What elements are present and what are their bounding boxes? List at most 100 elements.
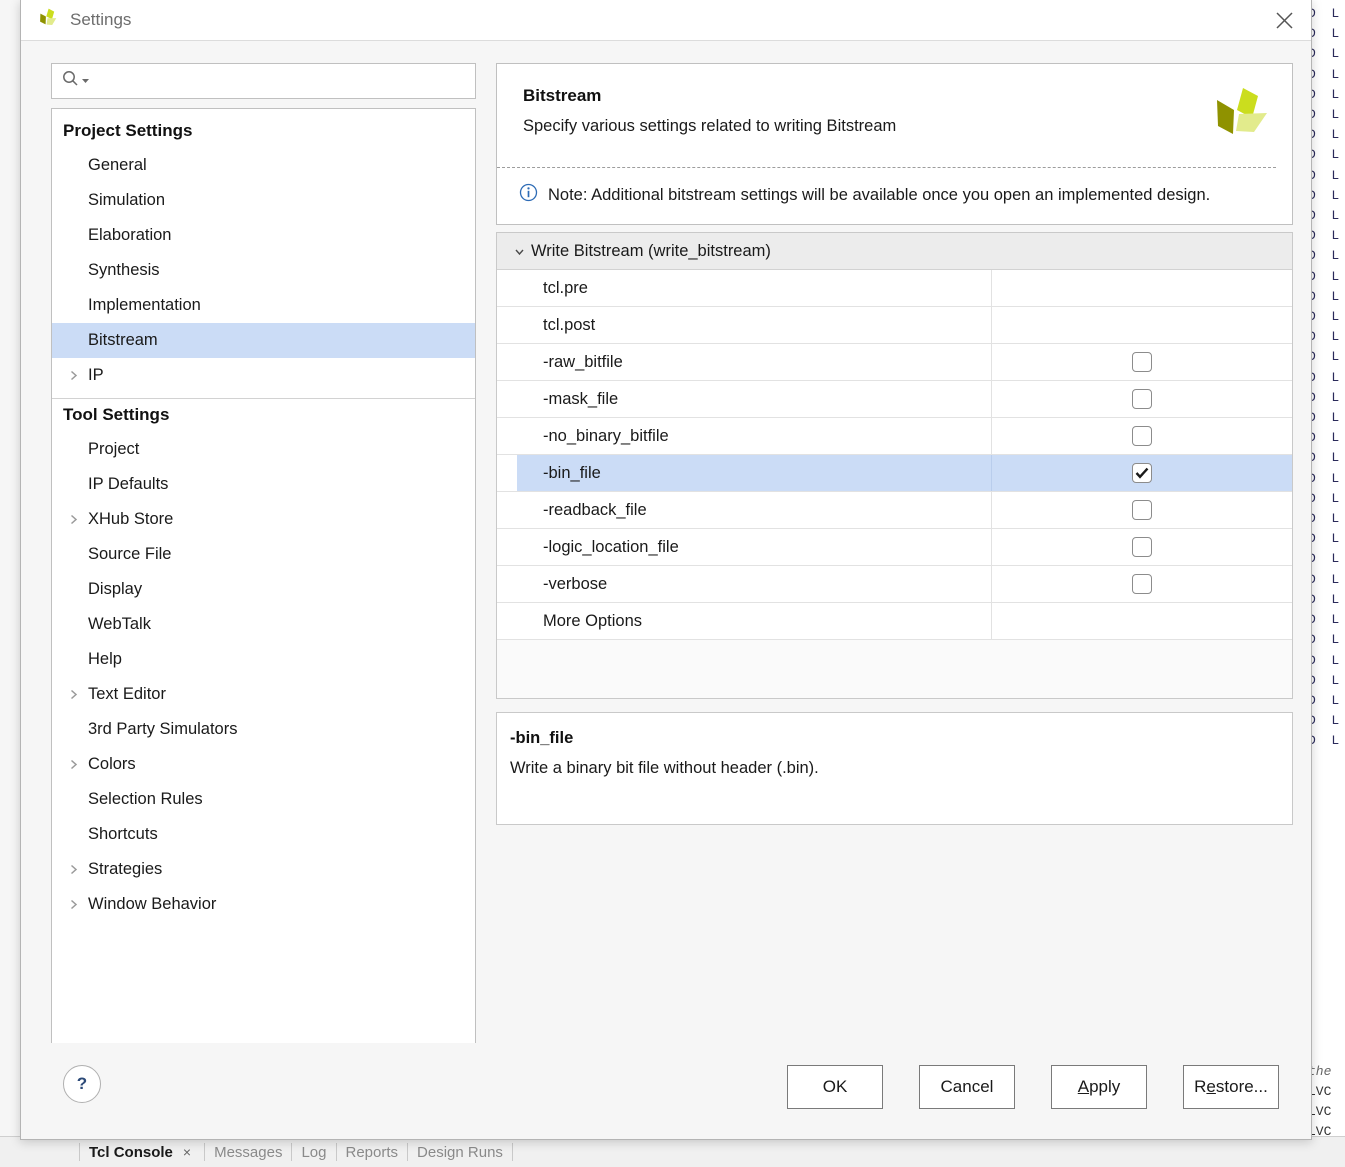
sidebar-item-text-editor[interactable]: Text Editor: [52, 677, 475, 712]
sidebar-item-implementation[interactable]: Implementation: [52, 288, 475, 323]
option-name: -readback_file: [517, 492, 992, 528]
close-icon[interactable]: [1257, 0, 1311, 41]
chevron-down-icon[interactable]: [513, 245, 526, 258]
chevron-right-icon[interactable]: [63, 688, 83, 701]
sidebar-item-ip-defaults[interactable]: IP Defaults: [52, 467, 475, 502]
chevron-right-icon[interactable]: [63, 863, 83, 876]
option-description-box: -bin_file Write a binary bit file withou…: [496, 712, 1293, 825]
sidebar-item-3rd-party-simulators[interactable]: 3rd Party Simulators: [52, 712, 475, 747]
checkbox-unchecked[interactable]: [1132, 426, 1152, 446]
options-table-body[interactable]: tcl.pre tcl.post -raw_bitfile -mask_file -no…: [497, 270, 1292, 640]
sidebar-item-ip[interactable]: IP: [52, 358, 475, 393]
table-row[interactable]: -logic_location_file: [497, 529, 1292, 566]
chevron-right-icon[interactable]: [63, 758, 83, 771]
info-icon: [519, 183, 538, 207]
option-name: -logic_location_file: [517, 529, 992, 565]
sidebar-item-elaboration[interactable]: Elaboration: [52, 218, 475, 253]
apply-button[interactable]: Apply: [1051, 1065, 1147, 1109]
sidebar-item-label: Window Behavior: [88, 895, 217, 913]
table-row[interactable]: tcl.pre: [497, 270, 1292, 307]
tab-separator: [511, 1143, 513, 1161]
checkbox-unchecked[interactable]: [1132, 500, 1152, 520]
chevron-right-icon[interactable]: [63, 513, 83, 526]
sidebar-item-source-file[interactable]: Source File: [52, 537, 475, 572]
background-tab-messages[interactable]: Messages: [214, 1144, 282, 1161]
option-value[interactable]: [992, 418, 1292, 454]
sidebar-item-colors[interactable]: Colors: [52, 747, 475, 782]
sidebar-item-general[interactable]: General: [52, 148, 475, 183]
row-gutter: [497, 529, 517, 565]
table-row[interactable]: -bin_file: [497, 455, 1292, 492]
ok-button[interactable]: OK: [787, 1065, 883, 1109]
table-row[interactable]: -readback_file: [497, 492, 1292, 529]
option-value[interactable]: [992, 566, 1292, 602]
options-group-header[interactable]: Write Bitstream (write_bitstream): [497, 233, 1292, 270]
tab-separator: [204, 1143, 206, 1161]
background-tab-reports[interactable]: Reports: [346, 1144, 399, 1161]
option-value[interactable]: [992, 529, 1292, 565]
checkbox-unchecked[interactable]: [1132, 352, 1152, 372]
option-value[interactable]: [992, 307, 1292, 343]
table-row[interactable]: tcl.post: [497, 307, 1292, 344]
background-tab-tcl-console[interactable]: Tcl Console: [89, 1144, 173, 1161]
row-gutter: [497, 492, 517, 528]
option-name: tcl.pre: [517, 270, 992, 306]
background-panel-tabbar[interactable]: Tcl Console × Messages Log Reports Design Run…: [0, 1136, 1345, 1167]
tab-separator: [335, 1143, 337, 1161]
sidebar-item-webtalk[interactable]: WebTalk: [52, 607, 475, 642]
vivado-logo-icon: [37, 7, 59, 34]
table-row[interactable]: -raw_bitfile: [497, 344, 1292, 381]
option-value[interactable]: [992, 270, 1292, 306]
sidebar-item-shortcuts[interactable]: Shortcuts: [52, 817, 475, 852]
table-row[interactable]: More Options: [497, 603, 1292, 640]
background-tab-design-runs[interactable]: Design Runs: [417, 1144, 503, 1161]
row-gutter: [497, 307, 517, 343]
chevron-down-icon[interactable]: [81, 72, 90, 90]
sidebar-item-bitstream[interactable]: Bitstream: [52, 323, 475, 358]
sidebar-item-help[interactable]: Help: [52, 642, 475, 677]
sidebar-item-label: Elaboration: [88, 226, 172, 244]
panel-header: Bitstream Specify various settings relat…: [497, 64, 1292, 155]
note-text: Note: Additional bitstream settings will…: [548, 185, 1211, 204]
checkbox-unchecked[interactable]: [1132, 389, 1152, 409]
sidebar-item-selection-rules[interactable]: Selection Rules: [52, 782, 475, 817]
sidebar-item-synthesis[interactable]: Synthesis: [52, 253, 475, 288]
settings-tree[interactable]: Project Settings General Simulation Elabora…: [51, 108, 476, 1084]
restore-button[interactable]: Re store...: [1183, 1065, 1279, 1109]
checkbox-unchecked[interactable]: [1132, 537, 1152, 557]
sidebar-item-label: Text Editor: [88, 685, 166, 703]
row-gutter: [497, 270, 517, 306]
checkbox-unchecked[interactable]: [1132, 574, 1152, 594]
chevron-right-icon[interactable]: [63, 369, 83, 382]
sidebar-item-xhub-store[interactable]: XHub Store: [52, 502, 475, 537]
chevron-right-icon[interactable]: [63, 898, 83, 911]
table-row[interactable]: -mask_file: [497, 381, 1292, 418]
cancel-button[interactable]: Cancel: [919, 1065, 1015, 1109]
row-gutter: [497, 344, 517, 380]
vivado-logo-icon: [1212, 86, 1270, 145]
sidebar-item-label: Bitstream: [88, 331, 158, 349]
sidebar-item-label: Selection Rules: [88, 790, 203, 808]
checkbox-checked[interactable]: [1132, 463, 1152, 483]
option-value[interactable]: [992, 492, 1292, 528]
sidebar-item-project[interactable]: Project: [52, 432, 475, 467]
help-button[interactable]: ?: [63, 1065, 101, 1103]
background-tab-log[interactable]: Log: [301, 1144, 326, 1161]
close-icon[interactable]: ×: [183, 1144, 191, 1160]
table-row[interactable]: -verbose: [497, 566, 1292, 603]
sidebar-item-window-behavior[interactable]: Window Behavior: [52, 887, 475, 922]
option-value[interactable]: [992, 603, 1292, 639]
options-table-filler: [497, 640, 1292, 698]
option-value[interactable]: [992, 455, 1292, 491]
option-value[interactable]: [992, 381, 1292, 417]
option-value[interactable]: [992, 344, 1292, 380]
sidebar-item-label: Shortcuts: [88, 825, 158, 843]
sidebar-item-display[interactable]: Display: [52, 572, 475, 607]
sidebar-item-label: Project: [88, 440, 140, 458]
search-input[interactable]: [51, 63, 476, 99]
row-gutter: [497, 566, 517, 602]
table-row[interactable]: -no_binary_bitfile: [497, 418, 1292, 455]
row-gutter: [497, 603, 517, 639]
sidebar-item-strategies[interactable]: Strategies: [52, 852, 475, 887]
sidebar-item-simulation[interactable]: Simulation: [52, 183, 475, 218]
